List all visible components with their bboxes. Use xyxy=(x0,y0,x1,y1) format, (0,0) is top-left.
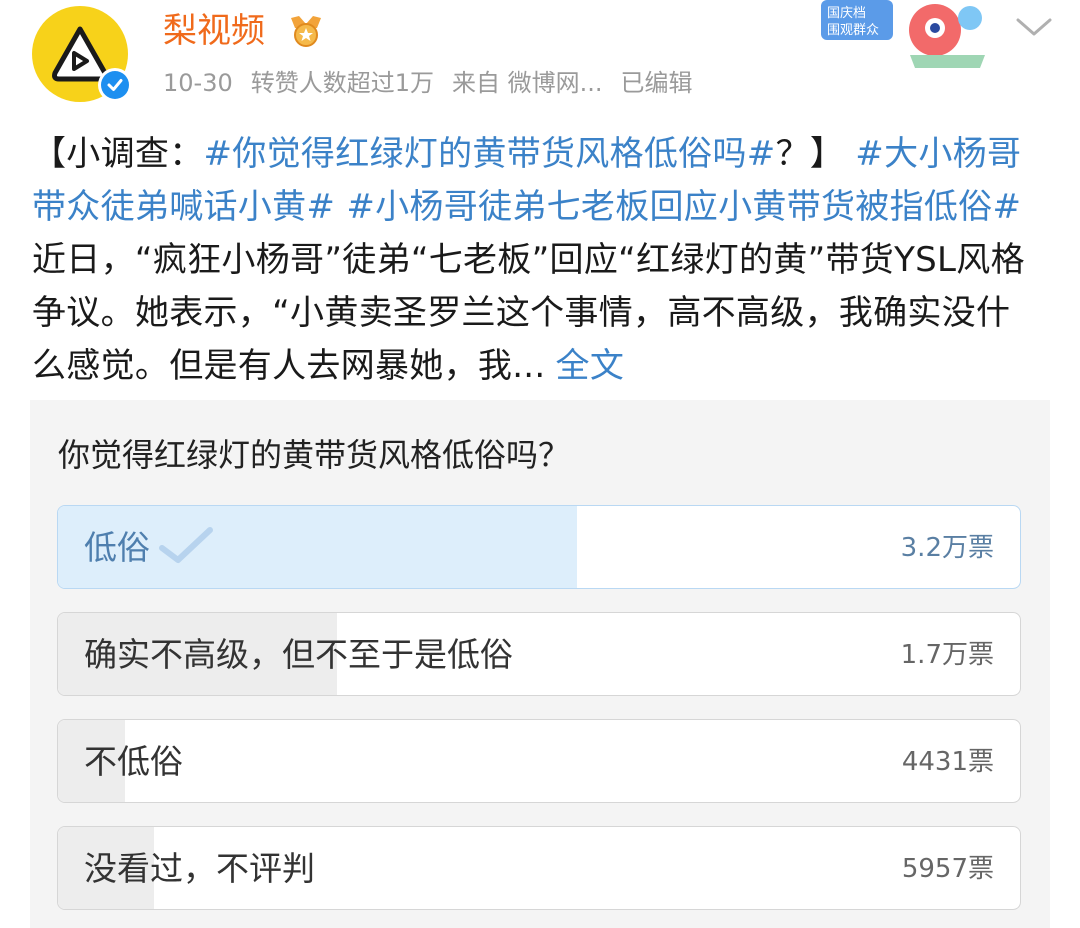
poll-option-label: 低俗 xyxy=(84,506,214,588)
post-text: 【小调查：#你觉得红绿灯的黄带货风格低俗吗#？】 #大小杨哥带众徒弟喊话小黄# … xyxy=(32,128,1042,393)
poll-option-label: 确实不高级，但不至于是低俗 xyxy=(84,635,513,674)
repost-info: 转赞人数超过1万 xyxy=(250,69,435,97)
post-source: 来自 微博网... xyxy=(452,69,603,97)
hashtag-link[interactable]: #小杨哥徒弟七老板回应小黄带货被指低俗# xyxy=(346,187,1021,227)
edited-label: 已编辑 xyxy=(620,69,693,97)
banner-text: 国庆档 xyxy=(827,6,866,21)
poll-option-label: 不低俗 xyxy=(84,742,183,781)
poll-option[interactable]: 低俗 3.2万票 xyxy=(57,505,1021,589)
check-icon xyxy=(159,526,213,563)
poll-option-count: 5957票 xyxy=(901,854,994,884)
svg-text:围观群众: 围观群众 xyxy=(827,23,879,38)
poll-option-label: 没看过，不评判 xyxy=(84,849,315,888)
promo-banner[interactable]: 国庆档 围观群众 xyxy=(815,0,995,70)
poll-option[interactable]: 没看过，不评判 5957票 xyxy=(57,826,1021,910)
post-meta: 10-30 转赞人数超过1万 来自 微博网... 已编辑 xyxy=(163,66,711,100)
hashtag-link[interactable]: #你觉得红绿灯的黄带货风格低俗吗# xyxy=(204,134,776,174)
post-date: 10-30 xyxy=(163,69,233,97)
verified-badge xyxy=(98,68,132,102)
poll-option-count: 1.7万票 xyxy=(900,640,994,670)
verified-check-icon xyxy=(107,79,123,91)
poll-option[interactable]: 不低俗 4431票 xyxy=(57,719,1021,803)
post-body: 近日，“疯狂小杨哥”徒弟“七老板”回应“红绿灯的黄”带货YSL风格争议。她表示，… xyxy=(32,240,1025,386)
account-name[interactable]: 梨视频 xyxy=(163,8,265,54)
post-header: 梨视频 10-30 转赞人数超过1万 来自 微博网... 已编辑 国庆档 围观群众 xyxy=(0,0,1080,115)
post-prefix: 【小调查： xyxy=(32,134,204,174)
poll-option-count: 4431票 xyxy=(901,747,994,777)
medal-icon xyxy=(291,16,321,47)
chevron-down-icon[interactable] xyxy=(1012,12,1056,42)
poll-question: 你觉得红绿灯的黄带货风格低俗吗？ xyxy=(58,436,571,474)
post-suffix: ？】 xyxy=(775,134,845,174)
poll-option[interactable]: 确实不高级，但不至于是低俗 1.7万票 xyxy=(57,612,1021,696)
poll-option-count: 3.2万票 xyxy=(900,533,994,563)
poll-card: 你觉得红绿灯的黄带货风格低俗吗？ 低俗 3.2万票 确实不高级，但不至于是低俗 … xyxy=(30,400,1050,928)
read-more-link[interactable]: 全文 xyxy=(556,346,625,386)
